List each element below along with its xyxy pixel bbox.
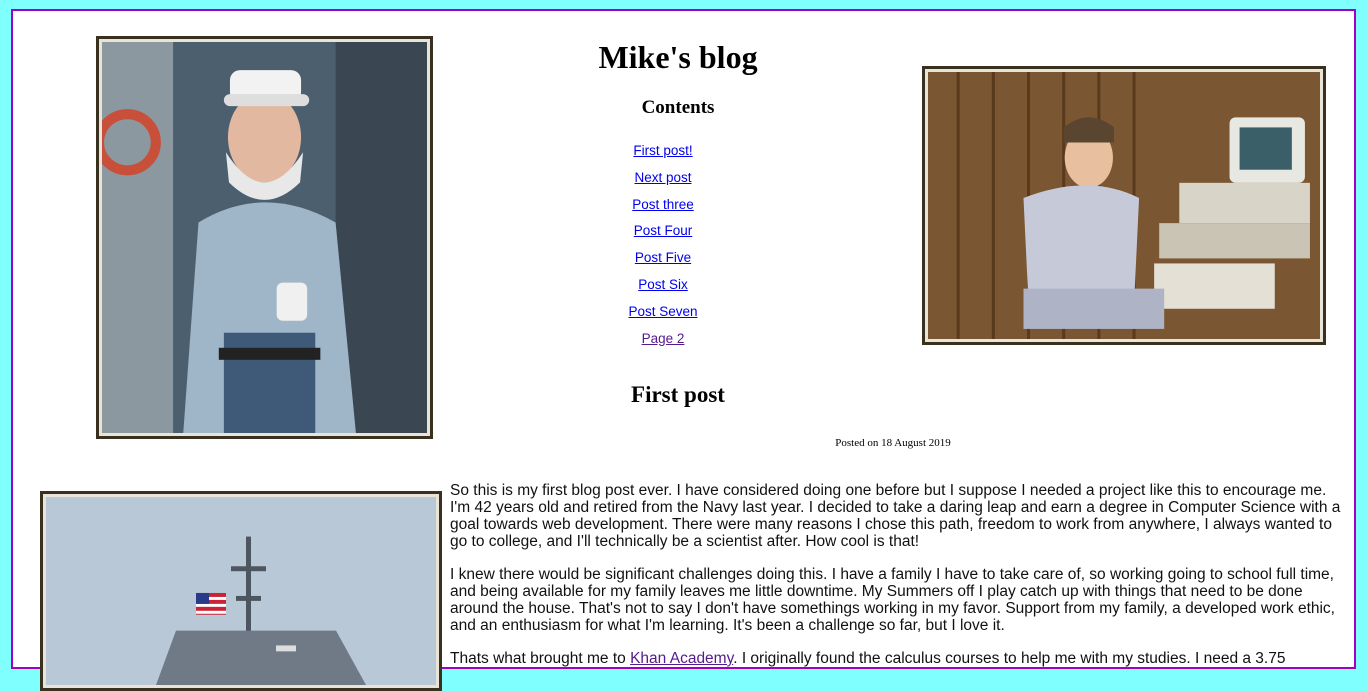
list-item: Post Four <box>573 221 753 248</box>
post-date: Posted on 18 August 2019 <box>835 437 951 449</box>
nav-link-post-six[interactable]: Post Six <box>638 277 688 292</box>
paragraph-text: Thats what brought me to <box>450 650 631 667</box>
man-at-computer-photo <box>922 66 1326 345</box>
nav-link-post-five[interactable]: Post Five <box>635 250 691 265</box>
contents-heading: Contents <box>641 97 715 118</box>
contents-list: First post! Next post Post three Post Fo… <box>573 141 753 355</box>
list-item: Post Seven <box>573 302 753 329</box>
nav-link-first-post[interactable]: First post! <box>633 143 692 158</box>
list-item: Post Six <box>573 275 753 302</box>
nav-link-post-four[interactable]: Post Four <box>634 223 693 238</box>
list-item: Post Five <box>573 248 753 275</box>
nav-link-next-post[interactable]: Next post <box>634 170 691 185</box>
navy-ship-photo <box>40 491 442 691</box>
sailor-painting-image <box>96 36 433 439</box>
post-paragraph: Thats what brought me to Khan Academy. I… <box>450 650 1346 667</box>
blog-title: Mike's blog <box>598 39 758 75</box>
nav-link-post-seven[interactable]: Post Seven <box>628 304 697 319</box>
blog-page: Mike's blog Contents First post! Next po… <box>11 9 1356 691</box>
paragraph-text: . I originally found the calculus course… <box>733 650 1286 667</box>
list-item: First post! <box>573 141 753 168</box>
list-item: Post three <box>573 195 753 222</box>
post-body: So this is my first blog post ever. I ha… <box>450 482 1346 683</box>
khan-academy-link[interactable]: Khan Academy <box>630 650 733 667</box>
post-paragraph: I knew there would be significant challe… <box>450 566 1335 634</box>
post-title: First post <box>631 382 725 407</box>
list-item: Page 2 <box>573 329 753 356</box>
nav-link-post-three[interactable]: Post three <box>632 197 694 212</box>
post-paragraph: So this is my first blog post ever. I ha… <box>450 482 1341 550</box>
nav-link-page-2[interactable]: Page 2 <box>642 331 685 346</box>
list-item: Next post <box>573 168 753 195</box>
